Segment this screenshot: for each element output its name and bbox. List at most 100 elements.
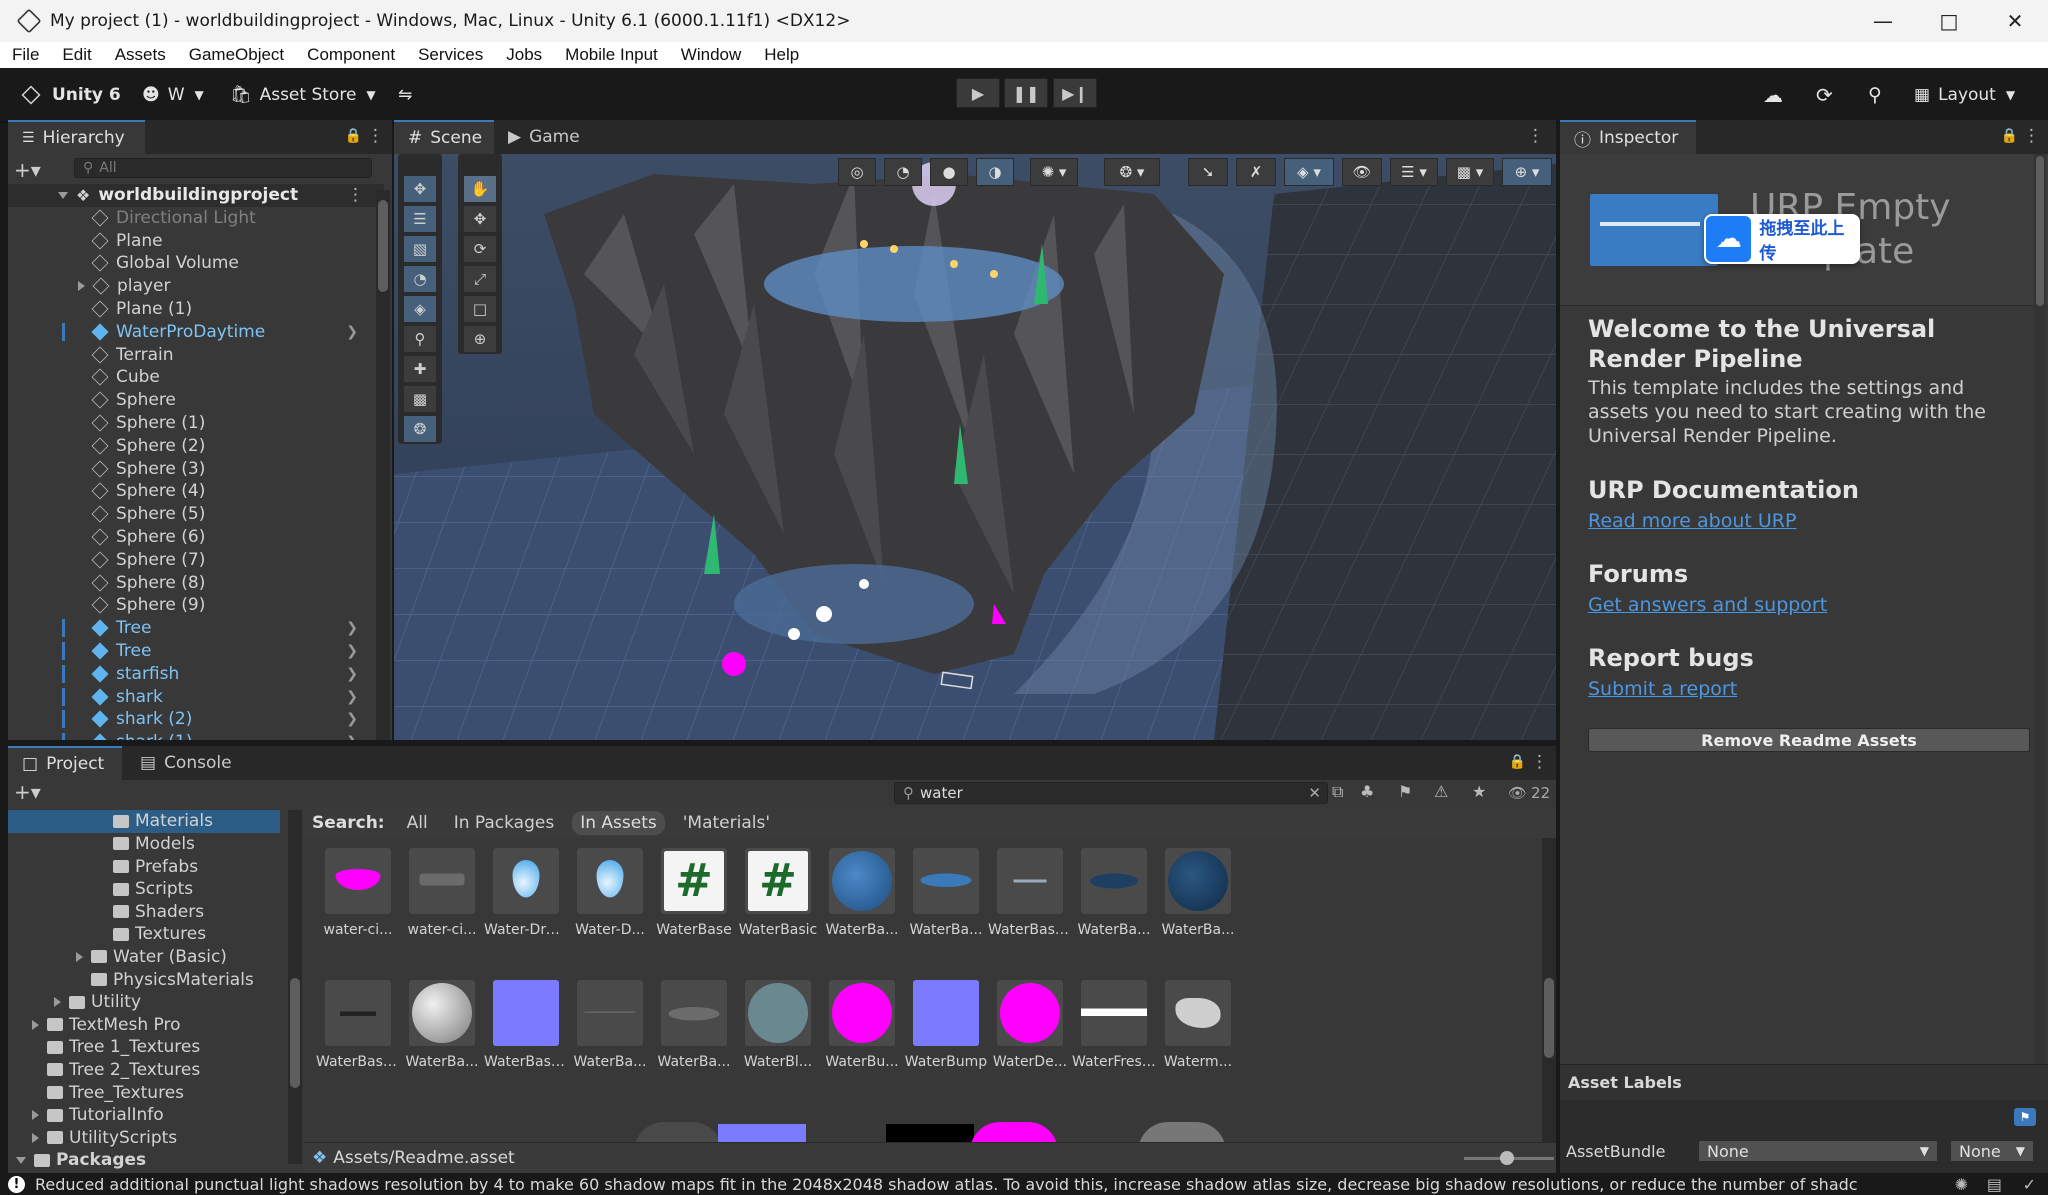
navigation-tool-icon[interactable]: ❂ — [404, 416, 436, 442]
folder-item[interactable]: Models — [8, 833, 280, 856]
folder-scrollbar[interactable] — [288, 810, 302, 1164]
play-button[interactable]: ▶ — [956, 78, 1000, 108]
asset-tile[interactable]: WaterBl... — [736, 980, 820, 1070]
asset-tile[interactable]: WaterBasic... — [484, 980, 568, 1070]
search-window-icon[interactable]: ⧉ — [1332, 782, 1343, 802]
hierarchy-scrollbar[interactable] — [376, 190, 390, 740]
camera-dropdown-icon[interactable]: ▩ ▾ — [1446, 158, 1494, 186]
hierarchy-item[interactable]: shark (2) ❯ — [8, 708, 384, 731]
open-prefab-chevron-icon[interactable]: ❯ — [346, 711, 358, 727]
tab-hierarchy[interactable]: ☰ Hierarchy — [8, 120, 145, 154]
close-button[interactable]: ✕ — [1982, 0, 2048, 42]
progress-check-icon[interactable]: ✓ — [2023, 1175, 2036, 1194]
unity-account-button[interactable]: Unity 6 — [21, 82, 121, 108]
hierarchy-item[interactable]: shark (1) ❯ — [8, 731, 384, 740]
folder-item[interactable]: Textures — [8, 923, 280, 946]
more-options-icon[interactable]: ⋮ — [347, 185, 364, 205]
asset-tile[interactable]: WaterBasic... — [316, 980, 400, 1070]
camera-tool-icon[interactable]: ▩ — [404, 386, 436, 412]
lighting-toggle-icon[interactable]: ✗ — [1236, 158, 1276, 186]
global-view-icon[interactable]: ◎ — [838, 158, 876, 186]
orientation-dropdown-icon[interactable]: ❂ ▾ — [1104, 158, 1160, 186]
gizmos-dropdown-icon[interactable]: ⊕ ▾ — [1502, 158, 1552, 186]
hierarchy-item[interactable]: Tree ❯ — [8, 640, 384, 663]
scope-in-packages[interactable]: In Packages — [446, 811, 563, 835]
expand-arrow-icon[interactable] — [54, 997, 61, 1008]
menu-assets[interactable]: Assets — [115, 45, 166, 65]
hierarchy-item[interactable]: Sphere (8) — [8, 571, 384, 594]
asset-tile[interactable]: WaterBa... — [400, 980, 484, 1070]
asset-tile[interactable]: WaterBasic... — [988, 848, 1072, 938]
inspector-scroll-thumb[interactable] — [2036, 156, 2044, 306]
layers-dropdown-icon[interactable]: ☰ ▾ — [1390, 158, 1438, 186]
folder-item[interactable]: Packages — [8, 1149, 280, 1172]
shading-tool-icon[interactable]: ◔ — [404, 266, 436, 292]
bugs-link[interactable]: Submit a report — [1588, 678, 1737, 700]
folder-item[interactable]: TextMesh Pro — [8, 1013, 280, 1036]
hierarchy-item[interactable]: Sphere (6) — [8, 526, 384, 549]
menu-jobs[interactable]: Jobs — [506, 45, 542, 65]
grid-snap-icon[interactable]: ▧ — [404, 236, 436, 262]
hierarchy-search-input[interactable]: ⚲ All — [74, 158, 372, 178]
open-prefab-chevron-icon[interactable]: ❯ — [346, 689, 358, 705]
hierarchy-item[interactable]: Sphere (9) — [8, 594, 384, 617]
expand-arrow-icon[interactable] — [32, 1019, 39, 1030]
expand-arrow-icon[interactable] — [32, 1110, 39, 1121]
tab-project[interactable]: □ Project — [8, 746, 122, 780]
asset-tile[interactable]: water-ci... — [316, 848, 400, 938]
asset-tile[interactable]: WaterDe... — [988, 980, 1072, 1070]
hand-tool-icon[interactable]: ✋ — [464, 176, 496, 202]
asset-tile[interactable]: # WaterBase — [652, 848, 736, 938]
lock-icon[interactable]: 🔒 — [345, 128, 362, 144]
menu-help[interactable]: Help — [764, 45, 799, 65]
hierarchy-item[interactable]: starfish ❯ — [8, 663, 384, 686]
folder-item[interactable]: Prefabs — [8, 855, 280, 878]
more-options-icon[interactable]: ⋮ — [1531, 752, 1548, 772]
hierarchy-item[interactable]: Terrain — [8, 343, 384, 366]
hierarchy-item[interactable]: Plane — [8, 229, 384, 252]
remove-readme-button[interactable]: Remove Readme Assets — [1588, 728, 2030, 752]
expand-arrow-icon[interactable] — [76, 951, 83, 962]
asset-tile[interactable]: WaterBa... — [652, 980, 736, 1070]
maximize-button[interactable]: □ — [1916, 0, 1982, 42]
rect-tool-icon[interactable]: □ — [464, 296, 496, 322]
hierarchy-item[interactable]: Sphere — [8, 389, 384, 412]
version-control-icon[interactable]: ⇋ — [398, 82, 412, 108]
2d-toggle-icon[interactable]: ➘ — [1188, 158, 1228, 186]
debug-dropdown-icon[interactable]: ✺ ▾ — [1030, 158, 1078, 186]
search-icon[interactable]: ⚲ — [1868, 82, 1882, 108]
menu-component[interactable]: Component — [307, 45, 395, 65]
effects-dropdown-icon[interactable]: ◈ ▾ — [1284, 158, 1334, 186]
layers-tool-icon[interactable]: ◈ — [404, 296, 436, 322]
step-button[interactable]: ▶❙ — [1053, 78, 1097, 108]
hierarchy-item[interactable]: Directional Light — [8, 207, 384, 230]
hierarchy-item[interactable]: player — [8, 275, 384, 298]
folder-item[interactable]: Tree_Textures — [8, 1081, 280, 1104]
cloud-icon[interactable]: ☁ — [1763, 82, 1783, 108]
asset-tile[interactable]: Water-Drop... — [484, 848, 568, 938]
menu-gameobject[interactable]: GameObject — [189, 45, 284, 65]
hierarchy-item[interactable]: Global Volume — [8, 252, 384, 275]
project-search-input[interactable]: ⚲ water ✕ — [894, 782, 1328, 804]
open-prefab-chevron-icon[interactable]: ❯ — [346, 666, 358, 682]
asset-tile[interactable]: Water-D... — [568, 848, 652, 938]
tab-inspector[interactable]: ⓘ Inspector — [1560, 120, 1696, 154]
menu-file[interactable]: File — [12, 45, 39, 65]
status-message[interactable]: Reduced additional punctual light shadow… — [35, 1175, 1935, 1194]
scene-viewport[interactable]: ✥ ☰ ▧ ◔ ◈ ⚲ ✚ ▩ ❂ ✋ ✥ ⟳ ⤢ □ ⊕ — [394, 154, 1556, 740]
upload-overlay-badge[interactable]: ☁ 拖拽至此上传 — [1704, 214, 1860, 264]
folder-item[interactable]: Utility — [8, 991, 280, 1014]
expand-arrow-icon[interactable] — [16, 1156, 26, 1164]
folder-item[interactable]: UtilityScripts — [8, 1126, 280, 1149]
more-options-icon[interactable]: ⋮ — [367, 126, 384, 146]
pivot-tool-icon[interactable]: ✚ — [404, 356, 436, 382]
account-dropdown[interactable]: ☻ W ▼ — [142, 82, 204, 108]
tab-scene[interactable]: # Scene — [394, 120, 494, 154]
folder-item[interactable]: Materials — [8, 810, 280, 833]
folder-item[interactable]: Shaders — [8, 900, 280, 923]
cache-icon[interactable]: ▤ — [1987, 1175, 2002, 1194]
hierarchy-item[interactable]: WaterProDaytime ❯ — [8, 321, 384, 344]
hierarchy-item[interactable]: Tree ❯ — [8, 617, 384, 640]
menu-services[interactable]: Services — [418, 45, 483, 65]
folder-item[interactable]: Scripts — [8, 878, 280, 901]
